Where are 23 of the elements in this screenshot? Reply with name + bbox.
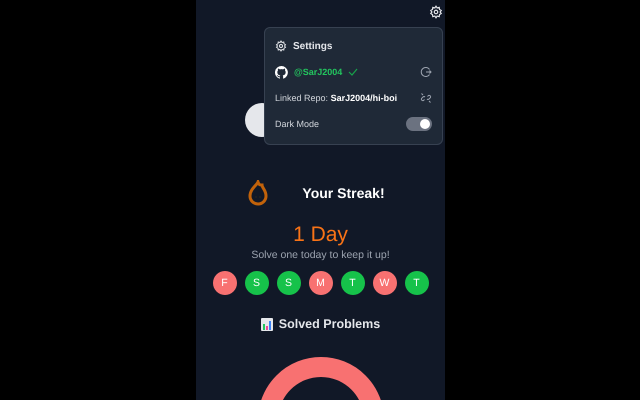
settings-icon [275,40,287,52]
menu-title: Settings [293,40,332,52]
solved-problems-title: Solved Problems [278,317,380,331]
flame-icon [246,180,270,206]
day-indicator: T [340,271,364,295]
settings-icon[interactable] [429,5,443,19]
dark-mode-label: Dark Mode [275,119,320,129]
day-indicator: W [372,271,396,295]
day-indicator: T [404,271,428,295]
day-indicator: M [308,271,332,295]
day-indicator: S [276,271,300,295]
github-username: @SarJ2004 [294,67,342,77]
cat-logo-icon [275,66,288,78]
linked-repo-text: Linked Repo: SarJ2004/hi-boi [275,93,398,103]
day-indicator: S [244,271,268,295]
logout-icon[interactable] [420,66,432,78]
dark-mode-toggle[interactable] [406,117,432,131]
day-indicator: F [212,271,236,295]
bar-chart-icon [260,318,273,330]
broken-link-icon[interactable] [420,92,432,104]
streak-subtitle: Solve one today to keep it up! [251,249,390,261]
streak-count: 1 Day [293,223,348,247]
streak-title: Your Streak! [302,185,385,201]
